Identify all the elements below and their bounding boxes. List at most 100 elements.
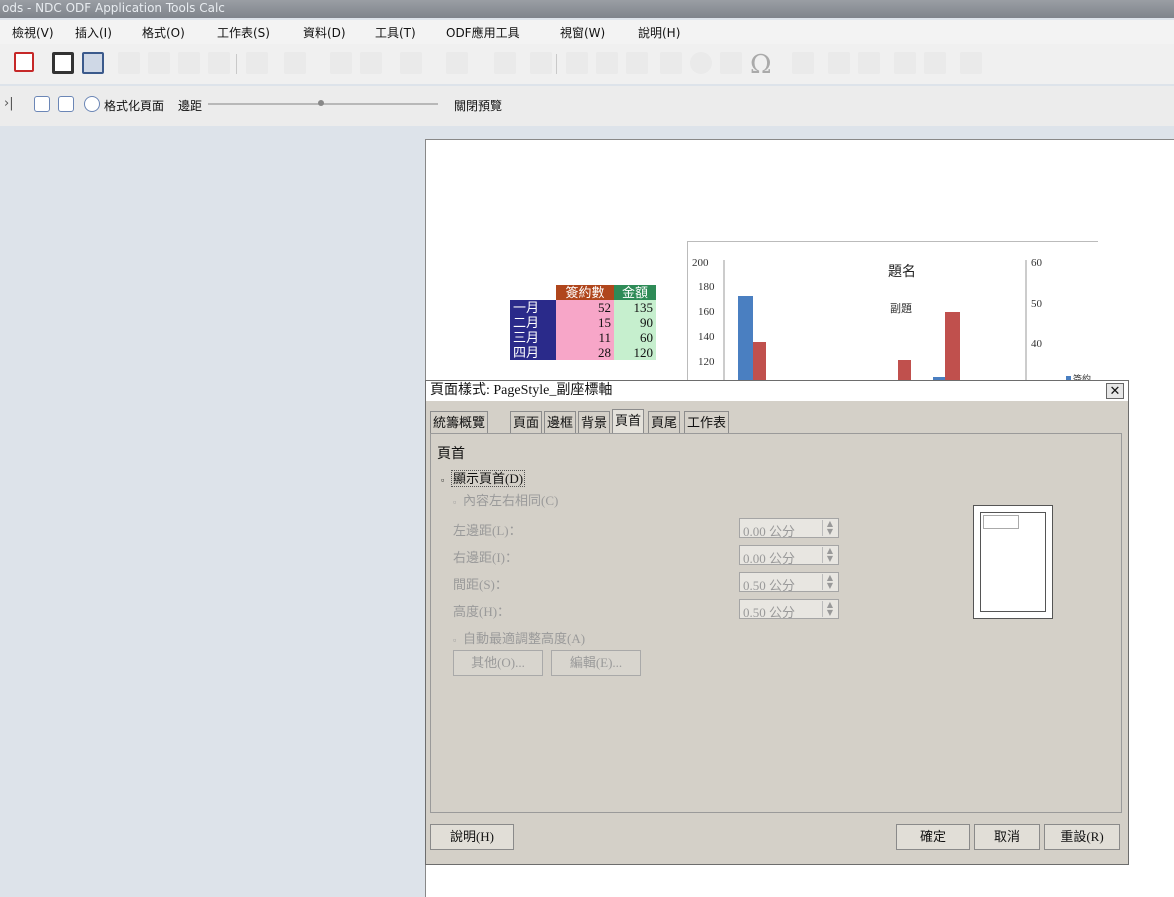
print-icon[interactable] (52, 52, 74, 74)
image-icon[interactable] (660, 52, 682, 74)
checkbox-icon[interactable]: ▫ (453, 498, 461, 507)
same-content-checkbox[interactable]: ▫ 內容左右相同(C) (453, 490, 558, 509)
cell-amount: 60 (614, 330, 656, 345)
spellcheck-icon[interactable] (360, 52, 382, 74)
y2-tick-label: 50 (1031, 298, 1043, 310)
split-window-icon[interactable] (960, 52, 982, 74)
menu-bar: 檢視(V) 插入(I) 格式(O) 工作表(S) 資料(D) 工具(T) ODF… (0, 20, 1174, 44)
autofilter-icon[interactable] (626, 52, 648, 74)
help-button[interactable]: 說明(H) (430, 824, 514, 850)
cell-count: 52 (556, 300, 614, 315)
pdf-export-icon[interactable] (14, 52, 34, 72)
sheet-data-table: 簽約數 金額 一月 52 135 二月 15 90 三月 11 60 四月 28… (510, 285, 656, 360)
undo-icon[interactable] (246, 52, 268, 74)
spin-arrows-icon[interactable]: ▲ ▼ (822, 601, 837, 617)
hyperlink-icon[interactable] (792, 52, 814, 74)
tab-background[interactable]: 背景 (578, 411, 611, 433)
menu-tools[interactable]: 工具(T) (375, 24, 416, 41)
redo-icon[interactable] (284, 52, 306, 74)
row-icon[interactable] (400, 52, 422, 74)
reset-button[interactable]: 重設(R) (1044, 824, 1120, 850)
height-value: 0.50 公分 (743, 605, 796, 620)
find-icon[interactable] (330, 52, 352, 74)
left-margin-field[interactable]: 0.00 公分 ▲ ▼ (739, 518, 839, 539)
scale-slider[interactable] (208, 100, 438, 106)
zoom-in-icon[interactable] (34, 96, 50, 112)
cell-count: 28 (556, 345, 614, 360)
height-field[interactable]: 0.50 公分 ▲ ▼ (739, 599, 839, 620)
copy-icon[interactable] (148, 52, 170, 74)
tab-page[interactable]: 頁面 (510, 411, 543, 433)
table-row: 四月 28 120 (510, 345, 656, 360)
left-margin-value: 0.00 公分 (743, 524, 796, 539)
auto-fit-label: 自動最適調整高度(A) (463, 631, 586, 646)
table-header-row: 簽約數 金額 (510, 285, 656, 300)
insert-column-icon[interactable] (494, 52, 516, 74)
last-page-icon[interactable]: ›| (4, 96, 14, 111)
scale-slider-thumb[interactable] (318, 100, 324, 106)
more-button[interactable]: 其他(O)... (453, 650, 543, 676)
zoom-out-icon[interactable] (58, 96, 74, 112)
spacing-field[interactable]: 0.50 公分 ▲ ▼ (739, 572, 839, 593)
header-preview (973, 505, 1053, 619)
spin-arrows-icon[interactable]: ▲ ▼ (822, 520, 837, 536)
right-margin-field[interactable]: 0.00 公分 ▲ ▼ (739, 545, 839, 566)
y2-tick-label: 40 (1031, 338, 1043, 350)
comment-icon[interactable] (828, 52, 850, 74)
delete-column-icon[interactable] (530, 52, 552, 74)
format-page-button[interactable]: 格式化頁面 (104, 97, 164, 114)
y-tick-label: 140 (698, 331, 715, 343)
header-footer-icon[interactable] (858, 52, 880, 74)
section-title: 頁首 (437, 447, 465, 462)
tab-footer[interactable]: 頁尾 (648, 411, 681, 433)
cut-icon[interactable] (118, 52, 140, 74)
menu-insert[interactable]: 插入(I) (75, 24, 112, 41)
menu-format[interactable]: 格式(O) (142, 24, 185, 41)
freeze-rows-icon[interactable] (924, 52, 946, 74)
table-row: 一月 52 135 (510, 300, 656, 315)
sort-descending-icon[interactable] (596, 52, 618, 74)
menu-sheet[interactable]: 工作表(S) (217, 24, 270, 41)
cell-amount: 90 (614, 315, 656, 330)
menu-window[interactable]: 視窗(W) (560, 24, 605, 41)
edit-button[interactable]: 編輯(E)... (551, 650, 641, 676)
special-character-icon[interactable]: Ω (750, 50, 772, 80)
spin-arrows-icon[interactable]: ▲ ▼ (822, 574, 837, 590)
checkbox-icon[interactable]: ▫ (453, 636, 461, 645)
menu-view[interactable]: 檢視(V) (12, 24, 54, 41)
close-icon[interactable]: ✕ (1106, 383, 1124, 399)
pivot-table-icon[interactable] (720, 52, 742, 74)
paste-icon[interactable] (178, 52, 200, 74)
sort-ascending-icon[interactable] (566, 52, 588, 74)
menu-help[interactable]: 說明(H) (638, 24, 680, 41)
page-preview-icon[interactable] (82, 52, 104, 74)
close-preview-button[interactable]: 關閉預覽 (454, 97, 502, 114)
tab-header[interactable]: 頁首 (612, 409, 645, 434)
full-screen-icon[interactable] (84, 96, 100, 112)
show-header-checkbox[interactable]: ▫ 顯示頁首(D) (441, 468, 526, 487)
ok-button[interactable]: 確定 (896, 824, 970, 850)
margins-button[interactable]: 邊距 (178, 97, 202, 114)
tab-organizer[interactable]: 統籌概覽 (430, 411, 489, 433)
chart-icon[interactable] (690, 52, 712, 74)
cancel-button[interactable]: 取消 (974, 824, 1040, 850)
spin-arrows-icon[interactable]: ▲ ▼ (822, 547, 837, 563)
same-content-label: 內容左右相同(C) (463, 493, 559, 508)
define-print-area-icon[interactable] (894, 52, 916, 74)
y-tick-label: 120 (698, 356, 715, 368)
tab-borders[interactable]: 邊框 (544, 411, 577, 433)
cell-amount: 135 (614, 300, 656, 315)
insert-row-icon[interactable] (446, 52, 468, 74)
window-title: ods - NDC ODF Application Tools Calc (0, 0, 1174, 18)
checkbox-icon[interactable]: ▫ (441, 476, 449, 485)
tab-sheet[interactable]: 工作表 (684, 411, 730, 433)
show-header-label: 顯示頁首(D) (451, 470, 526, 487)
auto-fit-checkbox[interactable]: ▫ 自動最適調整高度(A) (453, 628, 585, 647)
row-label: 四月 (510, 345, 556, 360)
clone-format-icon[interactable] (208, 52, 230, 74)
menu-odf-tools[interactable]: ODF應用工具 (446, 24, 520, 41)
menu-data[interactable]: 資料(D) (303, 24, 346, 41)
standard-toolbar: Ω (0, 44, 1174, 84)
y2-tick-label: 60 (1031, 257, 1043, 269)
header-preview-table (983, 515, 1019, 529)
